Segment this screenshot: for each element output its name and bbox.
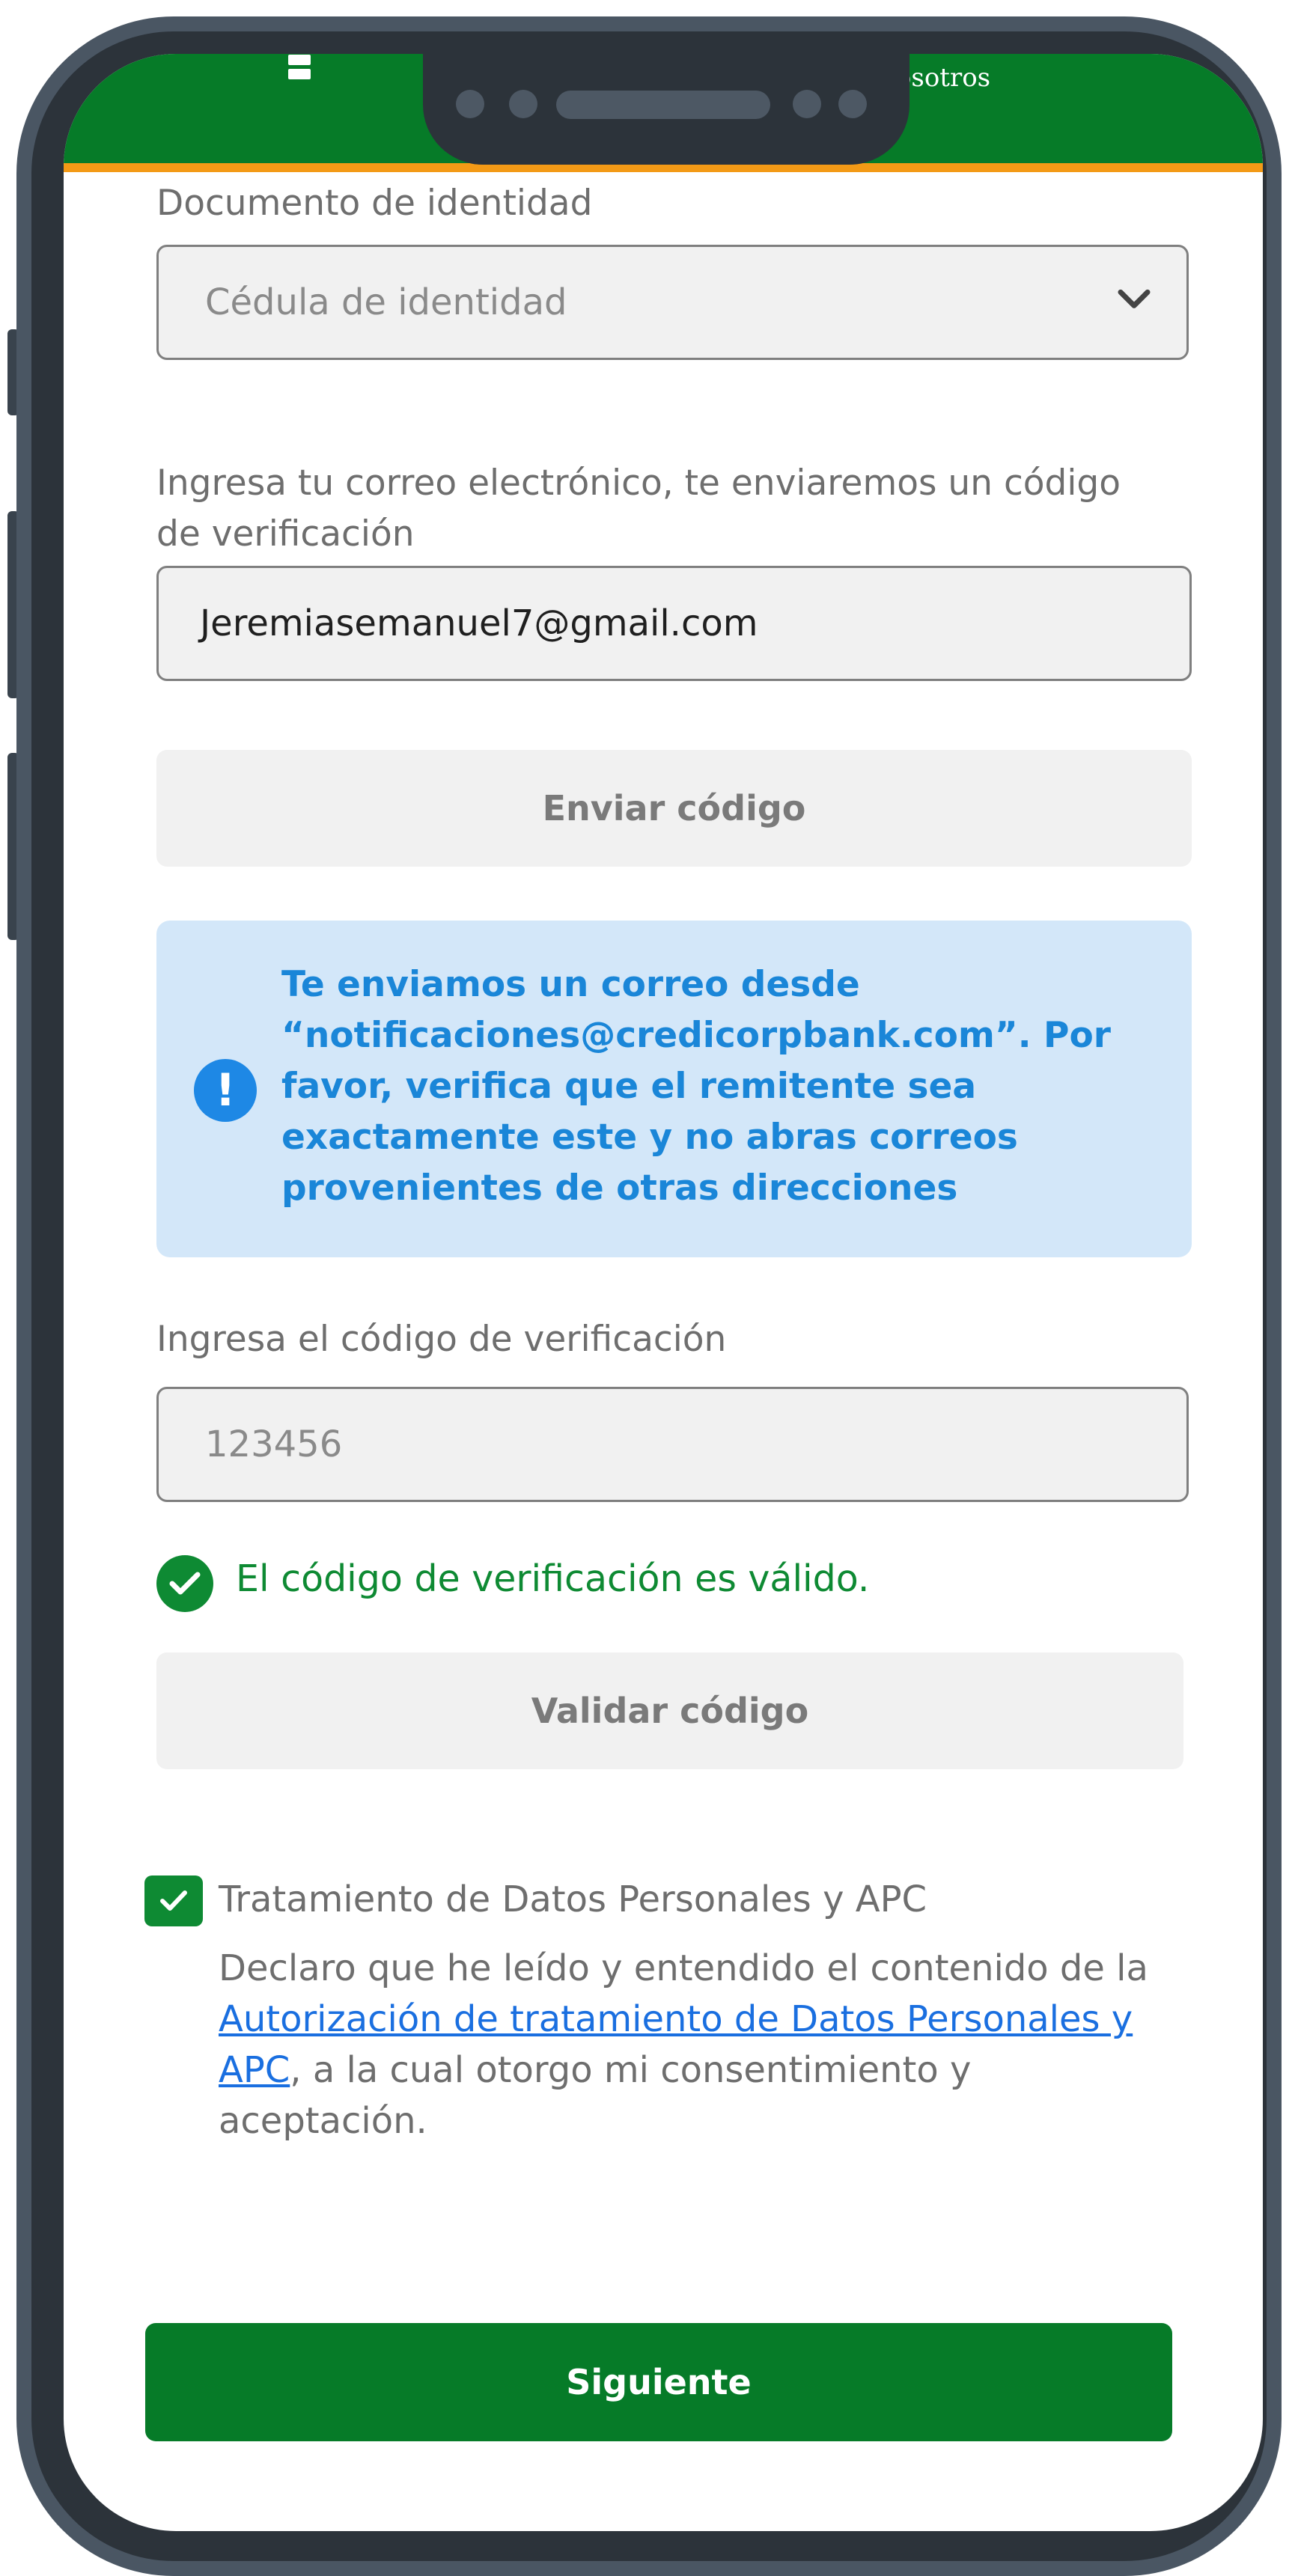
validate-code-button[interactable]: Validar código — [156, 1652, 1183, 1769]
exclamation-icon: ! — [194, 1059, 257, 1122]
sender-info-message: Te enviamos un correo desde “notificacio… — [281, 964, 1111, 1209]
phone-screen: nosotros — [64, 54, 1263, 2531]
terms-title: Tratamiento de Datos Personales y APC — [219, 1878, 927, 1920]
email-label: Ingresa tu correo electrónico, te enviar… — [156, 463, 1121, 555]
verification-code-value: 123456 — [205, 1423, 343, 1465]
checkmark-icon — [160, 1890, 187, 1911]
phone-notch — [423, 37, 909, 165]
document-type-select[interactable]: Cédula de identidad — [156, 245, 1189, 360]
next-button[interactable]: Siguiente — [145, 2323, 1172, 2441]
terms-text-before: Declaro que he leído y entendido el cont… — [219, 1947, 1148, 1989]
sender-info-alert: ! Te enviamos un correo desde “notificac… — [156, 921, 1192, 1257]
code-label: Ingresa el código de verificación — [156, 1319, 727, 1360]
email-value: Jeremiasemanuel7@gmail.com — [200, 602, 758, 644]
code-valid-message: El código de verificación es válido. — [236, 1557, 870, 1600]
terms-description: Declaro que he leído y entendido el cont… — [219, 1943, 1162, 2146]
chevron-down-icon — [1116, 277, 1152, 319]
document-type-value: Cédula de identidad — [205, 281, 567, 323]
email-field[interactable]: Jeremiasemanuel7@gmail.com — [156, 566, 1192, 681]
check-circle-icon — [156, 1555, 213, 1612]
verification-code-field[interactable]: 123456 — [156, 1387, 1189, 1502]
terms-text-after: , a la cual otorgo mi consentimiento y a… — [219, 2049, 972, 2142]
send-code-button[interactable]: Enviar código — [156, 750, 1192, 867]
document-label: Documento de identidad — [156, 183, 593, 224]
header-logo — [288, 54, 341, 79]
terms-checkbox[interactable] — [144, 1875, 203, 1926]
